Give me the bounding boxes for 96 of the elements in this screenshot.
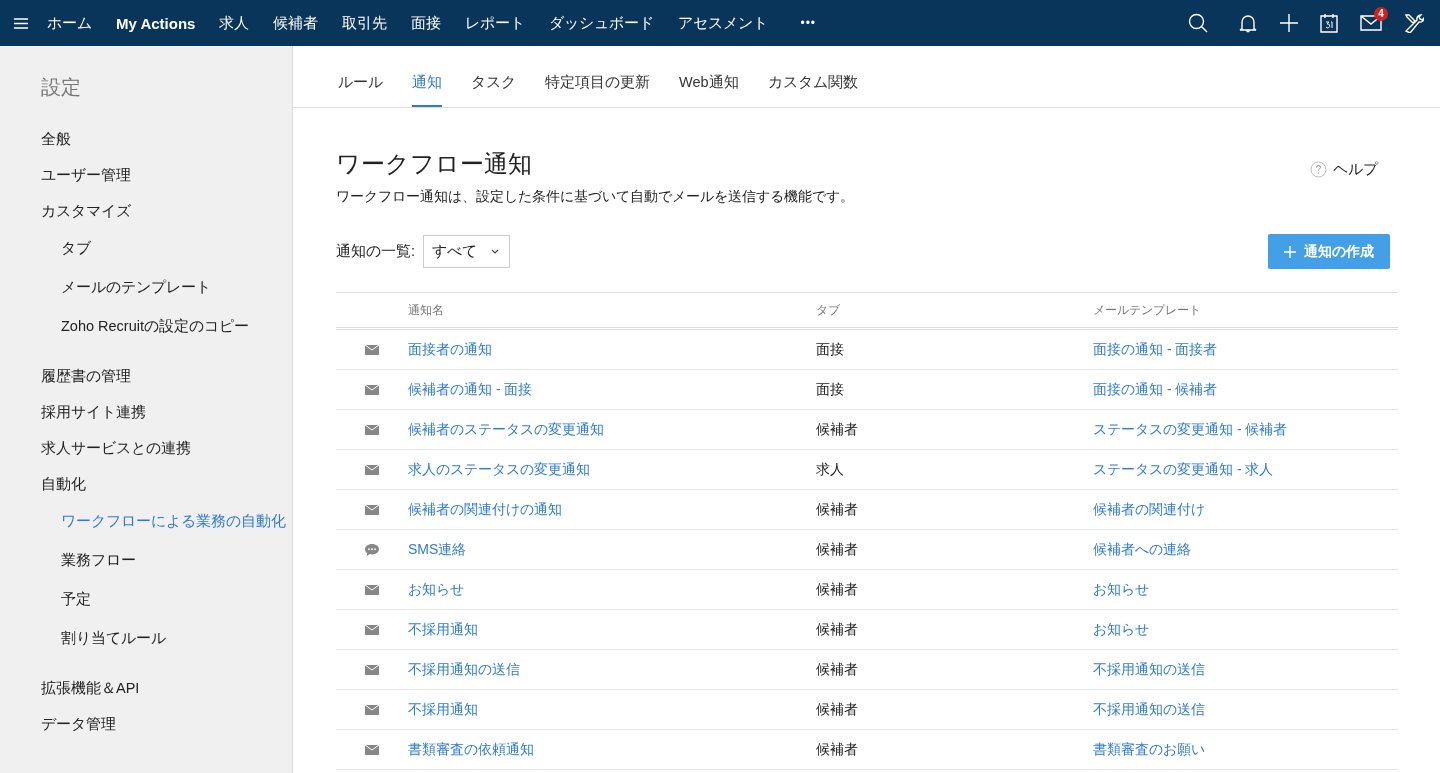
table-cell-text: 面接 xyxy=(816,340,845,359)
sidebar-subitem[interactable]: メールのテンプレート xyxy=(41,268,211,307)
filter-dropdown[interactable]: すべて xyxy=(423,235,511,268)
sidebar-subitem[interactable]: 業務フロー xyxy=(41,541,136,580)
mail-icon xyxy=(365,344,379,355)
table-cell-text: 候補者 xyxy=(816,740,859,759)
template-link[interactable]: 不採用通知の送信 xyxy=(1093,700,1205,719)
template-link[interactable]: ステータスの変更通知 - 候補者 xyxy=(1093,420,1288,439)
sidebar-item[interactable]: データ管理 xyxy=(41,706,116,742)
column-header: タブ xyxy=(816,301,841,319)
nav-tab[interactable]: アセスメント xyxy=(678,13,769,33)
table-cell-text: 候補者 xyxy=(816,620,859,639)
mail-icon xyxy=(365,424,379,435)
help-link[interactable]: ヘルプ xyxy=(1310,160,1378,179)
notification-name-link[interactable]: 候補者のステータスの変更通知 xyxy=(408,420,604,439)
sidebar-subitem[interactable]: 割り当てルール xyxy=(41,619,166,658)
nav-tab[interactable]: 求人 xyxy=(219,13,250,33)
table-cell-text: 候補者 xyxy=(816,700,859,719)
nav-tab[interactable]: 取引先 xyxy=(342,13,388,33)
notification-name-link[interactable]: SMS連絡 xyxy=(408,540,467,559)
mail-icon xyxy=(365,464,379,475)
notification-name-link[interactable]: お知らせ xyxy=(408,580,464,599)
sidebar-item[interactable]: 全般 xyxy=(41,121,71,157)
template-link[interactable]: 候補者の関連付け xyxy=(1093,500,1205,519)
mail-icon[interactable] xyxy=(1360,15,1382,31)
template-link[interactable]: 書類審査のお願い xyxy=(1093,740,1205,759)
mail-icon xyxy=(365,704,379,715)
help-icon xyxy=(1310,161,1327,178)
sidebar-item[interactable]: 自動化 xyxy=(41,466,86,502)
table-cell-text: 候補者 xyxy=(816,660,859,679)
notification-name-link[interactable]: 面接者の通知 xyxy=(408,340,492,359)
mail-icon xyxy=(365,624,379,635)
template-link[interactable]: 面接の通知 - 面接者 xyxy=(1093,340,1218,359)
tab[interactable]: タスク xyxy=(471,73,516,107)
more-menu[interactable]: ••• xyxy=(800,16,817,30)
sidebar-subitem[interactable]: タブ xyxy=(41,229,91,268)
table-cell-text: 候補者 xyxy=(816,500,859,519)
calendar-icon[interactable] xyxy=(1320,13,1338,33)
mail-icon xyxy=(365,384,379,395)
plus-icon[interactable] xyxy=(1280,14,1298,32)
mail-icon xyxy=(365,504,379,515)
plus-icon xyxy=(1284,245,1296,258)
template-link[interactable]: ステータスの変更通知 - 求人 xyxy=(1093,460,1274,479)
template-link[interactable]: お知らせ xyxy=(1093,620,1149,639)
notification-name-link[interactable]: 不採用通知の送信 xyxy=(408,660,520,679)
sidebar-subitem[interactable]: Zoho Recruitの設定のコピー xyxy=(41,307,249,346)
settings-title: 設定 xyxy=(41,75,82,100)
notification-name-link[interactable]: 不採用通知 xyxy=(408,620,478,639)
tab[interactable]: 特定項目の更新 xyxy=(545,73,650,107)
table-cell-text: 候補者 xyxy=(816,580,859,599)
nav-tab[interactable]: ダッシュボード xyxy=(549,13,655,33)
nav-tab[interactable]: ホーム xyxy=(47,13,92,33)
notification-badge: 4 xyxy=(1374,7,1388,21)
notification-name-link[interactable]: 候補者の関連付けの通知 xyxy=(408,500,562,519)
template-link[interactable]: 不採用通知の送信 xyxy=(1093,660,1205,679)
table-cell-text: 候補者 xyxy=(816,420,859,439)
tab[interactable]: Web通知 xyxy=(679,73,739,107)
column-header: メールテンプレート xyxy=(1093,301,1202,319)
notification-name-link[interactable]: 書類審査の依頼通知 xyxy=(408,740,534,759)
menu-icon[interactable] xyxy=(14,17,28,29)
table-cell-text: 候補者 xyxy=(816,540,859,559)
page-title: ワークフロー通知 xyxy=(336,149,533,179)
sidebar-item[interactable]: 履歴書の管理 xyxy=(41,358,131,394)
tools-icon[interactable] xyxy=(1404,13,1424,33)
chat-bubble-icon xyxy=(365,543,379,556)
tab[interactable]: 通知 xyxy=(412,73,442,107)
notification-name-link[interactable]: 求人のステータスの変更通知 xyxy=(408,460,590,479)
notification-name-link[interactable]: 候補者の通知 - 面接 xyxy=(408,380,533,399)
nav-tab[interactable]: レポート xyxy=(465,13,526,33)
template-link[interactable]: お知らせ xyxy=(1093,580,1149,599)
template-link[interactable]: 候補者への連絡 xyxy=(1093,540,1191,559)
template-link[interactable]: 面接の通知 - 候補者 xyxy=(1093,380,1218,399)
mail-icon xyxy=(365,584,379,595)
mail-icon xyxy=(365,664,379,675)
tab[interactable]: ルール xyxy=(338,73,383,107)
bell-icon[interactable] xyxy=(1238,13,1258,33)
filter-label: 通知の一覧: xyxy=(336,242,416,261)
search-icon[interactable] xyxy=(1188,13,1208,33)
notification-name-link[interactable]: 不採用通知 xyxy=(408,700,478,719)
table-cell-text: 面接 xyxy=(816,380,845,399)
sidebar-item[interactable]: ユーザー管理 xyxy=(41,157,131,193)
mail-icon xyxy=(365,744,379,755)
sidebar-item[interactable]: 拡張機能＆API xyxy=(41,670,140,706)
chevron-down-icon xyxy=(491,249,500,254)
table-cell-text: 求人 xyxy=(816,460,845,479)
sidebar-item[interactable]: 求人サービスとの連携 xyxy=(41,430,191,466)
nav-tab[interactable]: 候補者 xyxy=(273,13,319,33)
nav-tab[interactable]: 面接 xyxy=(411,13,442,33)
sidebar-item[interactable]: 採用サイト連携 xyxy=(41,394,146,430)
page-description: ワークフロー通知は、設定した条件に基づいて自動でメールを送信する機能です。 xyxy=(336,188,854,206)
tab[interactable]: カスタム関数 xyxy=(767,73,858,107)
nav-tab[interactable]: My Actions xyxy=(116,14,196,32)
sidebar-item[interactable]: カスタマイズ xyxy=(41,193,131,229)
sidebar-subitem[interactable]: 予定 xyxy=(41,580,91,619)
sidebar-subitem[interactable]: ワークフローによる業務の自動化 xyxy=(41,502,286,541)
column-header: 通知名 xyxy=(408,301,445,319)
